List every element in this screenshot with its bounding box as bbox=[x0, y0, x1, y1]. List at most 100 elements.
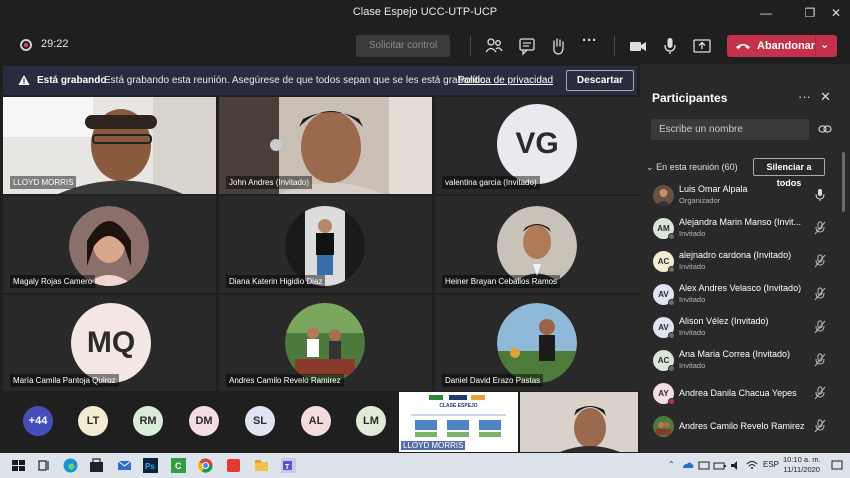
language-indicator[interactable]: ESP bbox=[763, 460, 779, 469]
leave-button[interactable]: Abandonar ⌄ bbox=[727, 35, 837, 57]
clock-date: 11/11/2020 bbox=[783, 465, 820, 474]
more-options-icon[interactable]: ··· bbox=[798, 89, 811, 104]
participant-role: Invitado bbox=[679, 295, 706, 304]
store-icon[interactable] bbox=[88, 457, 105, 474]
muted-microphone-icon bbox=[814, 353, 826, 367]
section-header[interactable]: ⌄ En esta reunión (60) bbox=[646, 162, 738, 173]
video-tile[interactable]: MQ María Camila Pantoja Quiroz bbox=[3, 295, 216, 392]
mini-avatar[interactable]: LM bbox=[356, 406, 386, 436]
shared-content-tile[interactable]: CLASE ESPEJO LLOYD MORRIS bbox=[399, 392, 518, 452]
privacy-policy-link[interactable]: Política de privacidad bbox=[458, 75, 553, 86]
muted-microphone-icon bbox=[814, 320, 826, 334]
participants-icon[interactable] bbox=[484, 36, 504, 56]
avatar: AV bbox=[653, 317, 675, 339]
avatar bbox=[653, 185, 674, 206]
system-clock[interactable]: 10:10 a. m. 11/11/2020 bbox=[783, 455, 821, 475]
minimize-icon[interactable]: — bbox=[755, 4, 777, 22]
participant-item[interactable]: AC alejnadro cardona (Invitado) Invitado bbox=[640, 246, 840, 279]
avatar: AV bbox=[653, 284, 675, 306]
camtasia-icon[interactable]: C bbox=[170, 457, 187, 474]
participant-role: Organizador bbox=[679, 196, 721, 205]
acrobat-icon[interactable] bbox=[225, 457, 242, 474]
mute-all-button[interactable]: Silenciar a todos bbox=[753, 158, 825, 188]
video-tile[interactable]: VG valentina garcia (Invitado) bbox=[435, 97, 648, 194]
video-tile[interactable]: Andres Camilo Revelo Ramirez bbox=[219, 295, 432, 392]
participant-item[interactable]: AM Alejandra Marin Manso (Invit... Invit… bbox=[640, 213, 840, 246]
microphone-icon bbox=[815, 189, 825, 201]
more-actions-icon[interactable]: ··· bbox=[582, 32, 602, 52]
meeting-timer: 29:22 bbox=[41, 38, 69, 50]
microphone-icon[interactable] bbox=[660, 36, 680, 56]
chrome-icon[interactable] bbox=[197, 457, 214, 474]
avatar: AC bbox=[653, 251, 675, 273]
toolbar-divider bbox=[470, 36, 471, 56]
share-screen-icon[interactable] bbox=[692, 36, 712, 56]
cloud-icon[interactable] bbox=[681, 457, 695, 474]
self-video-tile[interactable] bbox=[520, 392, 638, 452]
teams-icon[interactable]: T bbox=[280, 457, 297, 474]
video-tile[interactable]: Diana Katerin Higidio Diaz bbox=[219, 196, 432, 293]
participant-photo bbox=[69, 206, 149, 286]
svg-text:Ps: Ps bbox=[145, 462, 155, 471]
volume-icon[interactable] bbox=[729, 457, 743, 474]
windows-start-icon[interactable] bbox=[10, 457, 27, 474]
chevron-down-icon[interactable]: ⌄ bbox=[820, 38, 829, 51]
video-tile[interactable]: Daniel David Erazo Pastas bbox=[435, 295, 648, 392]
request-control-button[interactable]: Solicitar control bbox=[356, 35, 450, 57]
participant-name: Alison Vélez (Invitado) bbox=[679, 316, 769, 326]
video-tile[interactable]: Magaly Rojas Camero bbox=[3, 196, 216, 293]
close-panel-icon[interactable]: ✕ bbox=[820, 89, 831, 105]
restore-icon[interactable]: ❐ bbox=[799, 4, 821, 22]
mini-avatar[interactable]: SL bbox=[245, 406, 275, 436]
chevron-up-icon[interactable]: ⌃ bbox=[668, 460, 675, 469]
notifications-icon[interactable] bbox=[830, 457, 844, 474]
participant-name: Daniel David Erazo Pastas bbox=[442, 374, 544, 387]
chat-icon[interactable] bbox=[517, 36, 537, 56]
participant-role: Invitado bbox=[679, 328, 706, 337]
recording-icon bbox=[20, 39, 32, 51]
video-tile[interactable]: Heiner Brayan Ceballos Ramos bbox=[435, 196, 648, 293]
mini-avatar[interactable]: LT bbox=[78, 406, 108, 436]
overflow-count[interactable]: +44 bbox=[23, 406, 53, 436]
search-input[interactable] bbox=[651, 119, 809, 140]
share-invite-icon[interactable] bbox=[818, 123, 832, 135]
battery-icon[interactable] bbox=[713, 457, 727, 474]
participant-name: alejnadro cardona (Invitado) bbox=[679, 250, 792, 260]
participant-item[interactable]: AV Alison Vélez (Invitado) Invitado bbox=[640, 312, 840, 345]
dismiss-button[interactable]: Descartar bbox=[566, 70, 634, 91]
mini-avatar[interactable]: DM bbox=[189, 406, 219, 436]
participants-panel: Participantes ··· ✕ ⌄ En esta reunión (6… bbox=[640, 64, 850, 453]
wifi-icon[interactable] bbox=[745, 457, 759, 474]
toolbar-divider bbox=[614, 36, 615, 56]
file-explorer-icon[interactable] bbox=[253, 457, 270, 474]
participant-role: Invitado bbox=[679, 229, 706, 238]
mini-avatar[interactable]: AL bbox=[301, 406, 331, 436]
video-tile[interactable]: LLOYD MORRIS bbox=[3, 97, 216, 194]
camera-icon[interactable] bbox=[628, 36, 648, 56]
muted-microphone-icon bbox=[814, 386, 826, 400]
close-icon[interactable]: ✕ bbox=[825, 4, 847, 22]
participant-name: Alejandra Marin Manso (Invit... bbox=[679, 217, 802, 227]
participant-item[interactable]: Luis Omar Alpala Organizador bbox=[640, 180, 840, 213]
task-view-icon[interactable] bbox=[36, 457, 53, 474]
title-bar: Clase Espejo UCC-UTP-UCP — ❐ ✕ bbox=[0, 0, 850, 26]
mail-icon[interactable] bbox=[116, 457, 133, 474]
participant-item[interactable]: AC Ana Maria Correa (Invitado) Invitado bbox=[640, 345, 840, 378]
scrollbar[interactable] bbox=[842, 152, 845, 212]
raise-hand-icon[interactable] bbox=[548, 36, 568, 56]
participant-item[interactable]: AY Andrea Danila Chacua Yepes bbox=[640, 378, 840, 411]
recording-banner: Está grabando Está grabando esta reunión… bbox=[3, 66, 637, 95]
slide-title: CLASE ESPEJO bbox=[439, 403, 478, 409]
network-icon[interactable] bbox=[697, 457, 711, 474]
photoshop-icon[interactable]: Ps bbox=[142, 457, 159, 474]
participant-name: Andres Camilo Revelo Ramirez bbox=[679, 421, 805, 431]
mini-avatar[interactable]: RM bbox=[133, 406, 163, 436]
participant-item[interactable]: Andres Camilo Revelo Ramirez bbox=[640, 411, 840, 444]
participant-photo bbox=[285, 206, 365, 286]
participant-item[interactable]: AV Alex Andres Velasco (Invitado) Invita… bbox=[640, 279, 840, 312]
taskbar: Ps C T ⌃ ESP 10:10 a. m. 11/11/2020 bbox=[0, 453, 850, 478]
edge-icon[interactable] bbox=[62, 457, 79, 474]
video-tile[interactable]: John Andres (Invitado) bbox=[219, 97, 432, 194]
avatar: AC bbox=[653, 350, 675, 372]
participant-name: valentina garcia (Invitado) bbox=[442, 176, 540, 189]
